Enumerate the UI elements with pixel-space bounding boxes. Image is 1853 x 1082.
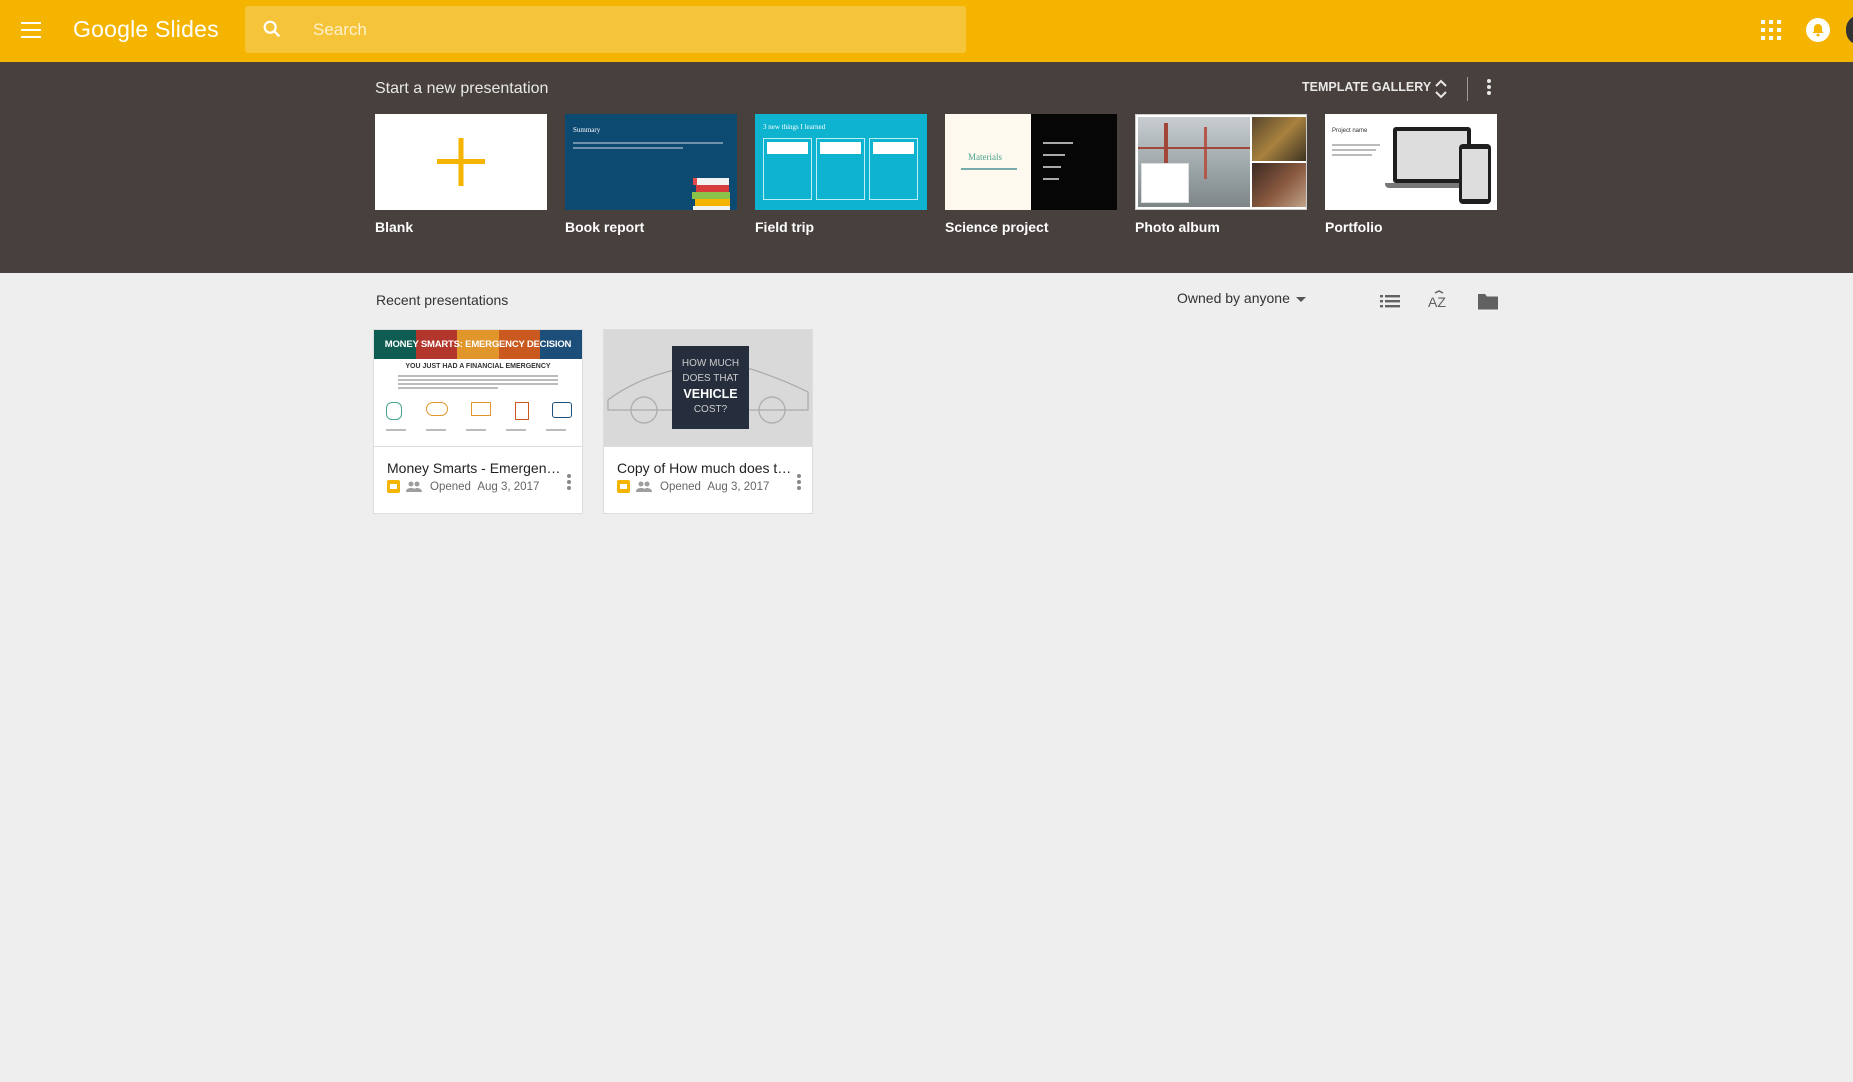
template-label: Book report [565, 219, 645, 235]
books-illustration [695, 199, 730, 206]
top-app-bar: Google Slides [0, 0, 1853, 62]
template-field-trip[interactable]: 3 new things I learned Field trip [755, 114, 927, 235]
photo-table [1252, 163, 1306, 207]
template-label: Science project [945, 219, 1049, 235]
thumb-text [573, 142, 723, 144]
preview-text [386, 429, 572, 431]
search-icon[interactable] [261, 18, 283, 40]
template-label: Field trip [755, 219, 815, 235]
preview-text [398, 379, 558, 381]
thumb-column [763, 138, 812, 200]
thumb-text [1332, 144, 1380, 146]
preview-line: HOW MUCH [681, 358, 740, 369]
file-meta: Opened Aug 3, 2017 [387, 480, 539, 493]
books-illustration [693, 178, 729, 185]
more-options-icon[interactable] [1482, 77, 1496, 101]
divider [1467, 77, 1468, 101]
slides-file-icon [617, 480, 630, 493]
file-preview: HOW MUCH DOES THAT VEHICLE COST? [604, 330, 812, 447]
phone-illustration [1459, 144, 1491, 204]
recent-file-card[interactable]: MONEY SMARTS: EMERGENCY DECISION YOU JUS… [373, 329, 583, 514]
recent-file-card[interactable]: HOW MUCH DOES THAT VEHICLE COST? Copy of… [603, 329, 813, 514]
shared-icon [636, 481, 652, 492]
photo-leaves [1252, 117, 1306, 161]
file-preview: MONEY SMARTS: EMERGENCY DECISION YOU JUS… [374, 330, 582, 447]
template-blank[interactable]: Blank [375, 114, 547, 235]
thumb-text [961, 168, 1017, 170]
plus-icon [437, 138, 485, 186]
template-photo-album[interactable]: Photo album [1135, 114, 1307, 235]
section-title-recent: Recent presentations [376, 292, 509, 308]
account-avatar[interactable] [1846, 15, 1853, 45]
file-title: Copy of How much does that vehicle cost? [617, 460, 792, 476]
template-book-report[interactable]: Summary Book report [565, 114, 737, 235]
svg-text:AZ: AZ [1428, 294, 1446, 310]
thumb-dark-panel [1031, 114, 1117, 210]
unfold-more-icon[interactable] [1434, 79, 1448, 99]
search-box[interactable] [245, 6, 966, 53]
template-thumbnail [375, 114, 547, 210]
file-title: Money Smarts - Emergency Decision [387, 460, 562, 476]
dropdown-arrow-icon [1295, 296, 1306, 302]
opened-label: Opened [660, 480, 701, 493]
thumb-column [869, 138, 918, 200]
folder-icon[interactable] [1476, 290, 1500, 312]
notifications-bell-icon[interactable] [1806, 18, 1830, 42]
thumb-title: 3 new things I learned [763, 123, 826, 131]
preview-text [398, 375, 558, 377]
preview-heading: YOU JUST HAD A FINANCIAL EMERGENCY [405, 363, 551, 370]
owner-filter-label: Owned by anyone [1177, 290, 1290, 306]
owner-filter-dropdown[interactable]: Owned by anyone [1177, 290, 1306, 306]
preview-banner-text: MONEY SMARTS: EMERGENCY DECISION [384, 339, 572, 350]
books-illustration [693, 206, 730, 210]
thumb-column [816, 138, 865, 200]
books-illustration [692, 192, 730, 199]
template-thumbnail: Materials [945, 114, 1117, 210]
thumb-text [573, 147, 683, 149]
more-options-icon[interactable] [792, 472, 806, 492]
template-thumbnail: Project name [1325, 114, 1497, 210]
preview-text [398, 383, 558, 385]
preview-line: VEHICLE [683, 387, 738, 401]
slides-file-icon [387, 480, 400, 493]
template-label: Blank [375, 219, 414, 235]
section-title-new: Start a new presentation [375, 80, 549, 97]
hamburger-menu-icon[interactable] [18, 17, 44, 43]
app-logo[interactable]: Google Slides [73, 16, 219, 43]
preview-title-box: HOW MUCH DOES THAT VEHICLE COST? [672, 346, 749, 429]
template-thumbnail: Summary [565, 114, 737, 210]
template-thumbnail: 3 new things I learned [755, 114, 927, 210]
file-meta: Opened Aug 3, 2017 [617, 480, 769, 493]
sort-az-icon[interactable]: AZ [1427, 290, 1451, 312]
more-options-icon[interactable] [562, 472, 576, 492]
thumb-title: Materials [968, 152, 1002, 162]
apps-grid-icon[interactable] [1760, 19, 1782, 41]
thumb-text [1332, 149, 1376, 151]
search-input[interactable] [313, 6, 933, 53]
opened-label: Opened [430, 480, 471, 493]
opened-date: Aug 3, 2017 [477, 480, 540, 493]
template-thumbnail [1135, 114, 1307, 210]
template-gallery-button[interactable]: TEMPLATE GALLERY [1302, 80, 1431, 94]
list-view-icon[interactable] [1378, 290, 1402, 312]
photo-bridge [1138, 117, 1250, 207]
template-label: Photo album [1135, 219, 1220, 235]
shared-icon [406, 481, 422, 492]
template-portfolio[interactable]: Project name Portfolio [1325, 114, 1497, 235]
thumb-title: Summary [573, 126, 601, 134]
template-gallery-band: Start a new presentation TEMPLATE GALLER… [0, 62, 1853, 273]
template-science-project[interactable]: Materials Science project [945, 114, 1117, 235]
preview-text [398, 387, 498, 389]
template-label: Portfolio [1325, 219, 1383, 235]
books-illustration [696, 185, 729, 192]
thumb-title: Project name [1332, 128, 1368, 134]
opened-date: Aug 3, 2017 [707, 480, 770, 493]
preview-line: COST? [693, 404, 728, 415]
thumb-text [1332, 154, 1372, 156]
preview-line: DOES THAT [682, 373, 739, 384]
preview-icon-row [386, 402, 572, 422]
